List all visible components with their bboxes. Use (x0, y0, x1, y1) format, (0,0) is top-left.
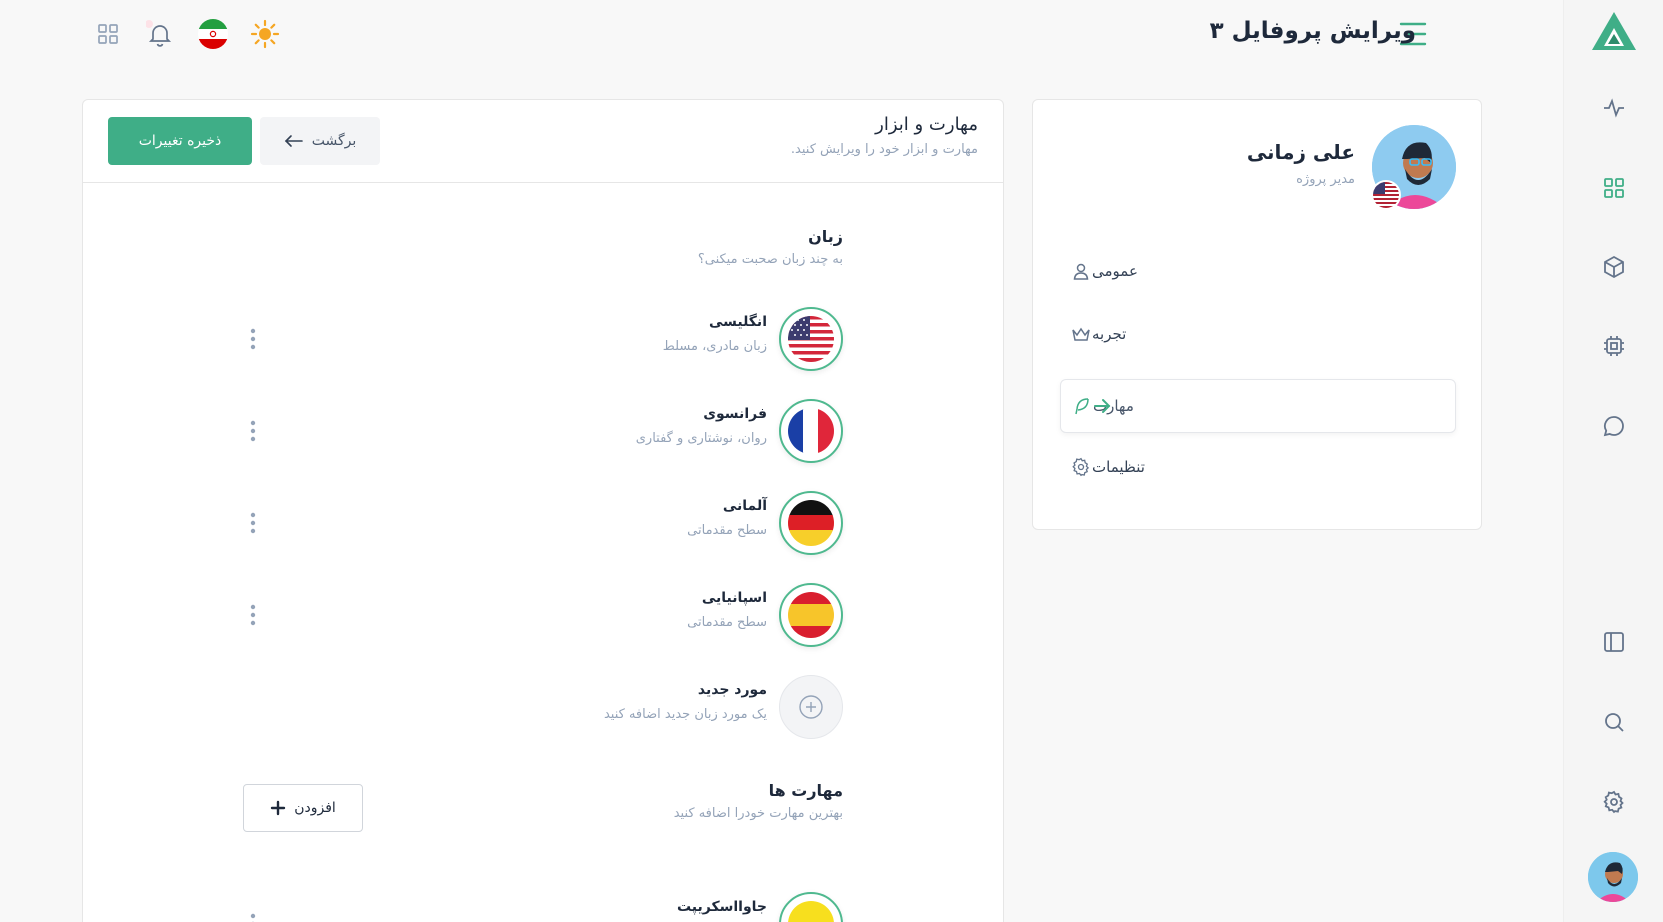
more-options-icon[interactable] (243, 417, 263, 445)
back-button[interactable]: برگشت (260, 117, 380, 165)
language-item: فرانسوی روان، نوشتاری و گفتاری (243, 399, 843, 463)
add-language-button[interactable]: افزودن (243, 784, 363, 832)
add-language-circle[interactable] (779, 675, 843, 739)
icon-rail (1563, 0, 1663, 922)
us-flag-icon (788, 316, 834, 362)
card-subtitle: مهارت و ابزار خود را ویرایش کنید. (790, 142, 978, 157)
sidebar-panel-icon[interactable] (1598, 626, 1630, 658)
language-name: فرانسوی (703, 406, 767, 422)
language-flag (779, 399, 843, 463)
arrow-left-icon (284, 134, 304, 148)
apps-grid-icon[interactable] (90, 16, 126, 52)
us-flag-badge-icon (1371, 180, 1401, 210)
profile-card: علی زمانی مدیر پروژه عمومی تجربه مهارت ت… (1032, 99, 1482, 530)
profile-nav-label: عمومی (1092, 262, 1138, 280)
card-header: مهارت و ابزار مهارت و ابزار خود را ویرای… (83, 100, 1003, 183)
es-flag-icon (788, 592, 834, 638)
user-icon (1070, 260, 1092, 282)
skills-tools-card: مهارت و ابزار مهارت و ابزار خود را ویرای… (82, 99, 1004, 922)
language-flag (779, 307, 843, 371)
language-flag (779, 583, 843, 647)
more-options-icon[interactable] (243, 509, 263, 537)
chat-icon[interactable] (1598, 410, 1630, 442)
save-button[interactable]: ذخیره تغییرات (108, 117, 252, 165)
language-name: آلمانی (722, 498, 767, 514)
fr-flag-icon (788, 408, 834, 454)
languages-title: زبان (808, 227, 843, 246)
skills-subtitle: بهترین مهارت خودرا اضافه کنید (673, 806, 843, 821)
language-flag-iran-icon[interactable] (195, 16, 231, 52)
page-title: ویرایش پروفایل ۳ (1209, 18, 1416, 44)
javascript-icon (788, 901, 834, 922)
skill-name: جاوااسکریپت (676, 899, 767, 915)
new-language-row: مورد جدید یک مورد زبان جدید اضافه کنید (243, 675, 843, 739)
languages-subtitle: به چند زبان صحبت میکنی؟ (697, 252, 843, 267)
user-avatar[interactable] (1588, 852, 1638, 902)
search-icon[interactable] (1598, 706, 1630, 738)
plus-icon (270, 800, 286, 816)
language-name: انگلیسی (708, 314, 767, 330)
back-button-label: برگشت (311, 133, 357, 149)
language-item: آلمانی سطح مقدماتی (243, 491, 843, 555)
crown-icon (1070, 323, 1092, 345)
language-item: اسپانیایی سطح مقدماتی (243, 583, 843, 647)
language-level: سطح مقدماتی (687, 523, 767, 538)
notification-bell-icon[interactable] (142, 16, 178, 52)
language-flag (779, 491, 843, 555)
more-options-icon[interactable] (243, 325, 263, 353)
arrow-right-icon (1091, 395, 1113, 417)
de-flag-icon (788, 500, 834, 546)
profile-nav-label: تجربه (1092, 325, 1127, 343)
profile-name: علی زمانی (1246, 140, 1355, 164)
skills-title: مهارت ها (768, 781, 843, 800)
skill-item: جاوااسکریپت (243, 892, 843, 922)
cpu-icon[interactable] (1598, 330, 1630, 362)
logo-icon[interactable] (1590, 10, 1638, 52)
skill-logo (779, 892, 843, 922)
language-name: اسپانیایی (701, 590, 767, 606)
card-title: مهارت و ابزار (875, 114, 978, 135)
dashboard-grid-icon[interactable] (1598, 172, 1630, 204)
profile-nav-general[interactable]: عمومی (1060, 244, 1456, 298)
more-options-icon[interactable] (243, 601, 263, 629)
new-item-desc: یک مورد زبان جدید اضافه کنید (603, 707, 767, 722)
box-icon[interactable] (1598, 251, 1630, 283)
theme-sun-icon[interactable] (247, 16, 283, 52)
activity-icon[interactable] (1598, 92, 1630, 124)
language-level: روان، نوشتاری و گفتاری (635, 431, 767, 446)
settings-gear-icon[interactable] (1598, 786, 1630, 818)
language-level: زبان مادری، مسلط (662, 339, 767, 354)
more-options-icon[interactable] (243, 910, 263, 922)
language-item: انگلیسی زبان مادری، مسلط (243, 307, 843, 371)
add-button-label: افزودن (294, 800, 336, 816)
new-item-title: مورد جدید (697, 682, 767, 698)
language-level: سطح مقدماتی (687, 615, 767, 630)
feather-icon (1071, 395, 1093, 417)
profile-nav-experience[interactable]: تجربه (1060, 307, 1456, 361)
profile-role: مدیر پروژه (1296, 172, 1355, 187)
profile-nav-label: تنظیمات (1092, 458, 1145, 476)
profile-nav-settings[interactable]: تنظیمات (1060, 440, 1456, 494)
profile-nav-skills[interactable]: مهارت (1060, 379, 1456, 433)
gear-icon (1070, 456, 1092, 478)
